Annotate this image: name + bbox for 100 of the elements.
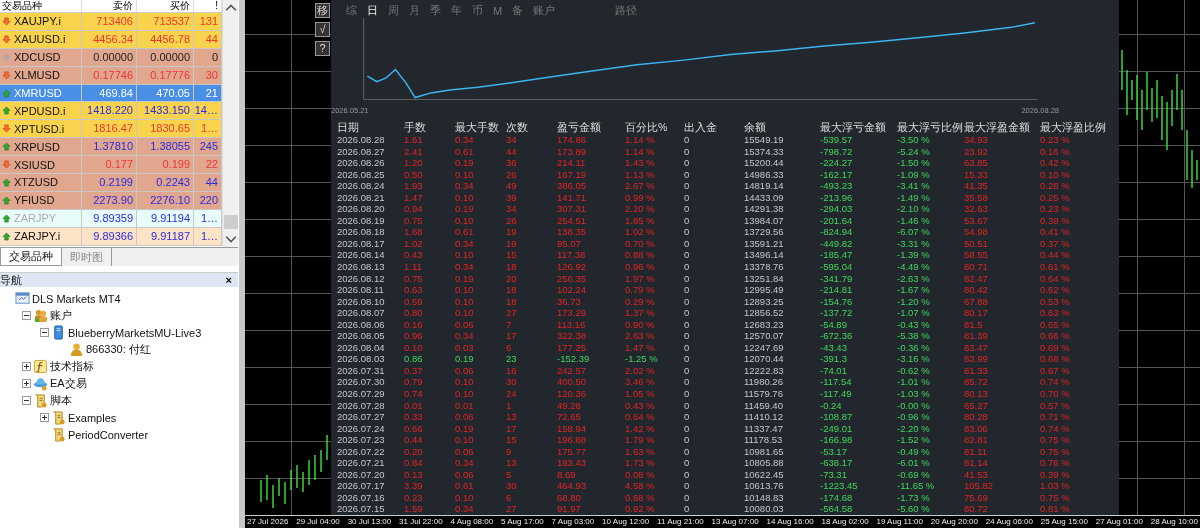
table-cell-text: 0.01 — [404, 399, 424, 412]
column-header[interactable]: 买价 — [137, 0, 194, 12]
table-cell-text: 15.33 — [964, 168, 989, 181]
bid-price: 1.37810 — [82, 138, 137, 156]
table-cell-text: 2026.08.28 — [337, 133, 386, 146]
table-cell-text: 1.03 % — [1040, 480, 1071, 492]
period-tab[interactable]: 日 — [366, 3, 379, 18]
collapse-toggle[interactable] — [40, 328, 49, 337]
table-cell-text: 0 — [684, 388, 691, 400]
table-cell-text: 0.10 — [455, 284, 475, 296]
table-cell-text: 1.47 — [404, 191, 424, 204]
table-cell-text: 0 — [684, 180, 691, 192]
table-cell-text: 2026.07.16 — [337, 491, 386, 504]
table-cell-text: 6 — [506, 341, 513, 354]
table-cell-text: 44 — [506, 145, 518, 158]
table-cell-text: -117.54 — [820, 376, 853, 388]
close-button[interactable]: × — [223, 274, 234, 286]
table-cell-text: -3.50 % — [897, 133, 931, 146]
table-cell-text: 307.31 — [557, 203, 588, 215]
column-header[interactable]: 交易品种 — [0, 0, 82, 12]
table-cell-text: 0 — [684, 214, 691, 227]
table-cell-text: 49.28 — [557, 399, 582, 412]
chart-tool-button[interactable]: √ — [315, 22, 330, 37]
tree-item[interactable]: 账户 — [50, 308, 72, 323]
table-cell-text: 26 — [506, 214, 518, 227]
table-cell-text: 0.68 % — [625, 491, 656, 504]
table-cell-text: -137.72 — [820, 307, 854, 319]
table-cell-text: 2.63 % — [625, 330, 656, 342]
table-cell-text: 12070.44 — [744, 353, 785, 365]
axis-label: 24 Aug 06:00 — [985, 516, 1033, 528]
tree-item[interactable]: 技术指标 — [50, 359, 94, 374]
table-cell-text: 50.51 — [964, 237, 989, 250]
table-cell-text: -5.60 % — [897, 503, 931, 515]
expand-toggle[interactable] — [22, 379, 31, 388]
table-cell-text: 1.59 — [404, 503, 424, 515]
symbol-name: XRPUSD — [14, 140, 60, 153]
table-cell-text: 0.10 — [404, 341, 424, 354]
symbol-row[interactable]: XAUJPY.i 713406 713537 131 — [0, 13, 222, 31]
table-cell-text: 0.44 % — [1040, 249, 1071, 261]
symbol-row[interactable]: XRPUSD 1.37810 1.38055 245 — [0, 138, 222, 157]
period-tab[interactable]: 账户 — [532, 3, 557, 18]
table-cell-text: 2.20 % — [625, 203, 656, 215]
column-header: 最大浮亏金额 — [820, 120, 887, 134]
bid-price: 1816.47 — [82, 120, 137, 138]
chart-tool-button[interactable]: 移 — [315, 3, 330, 18]
panel-title: 导航 — [0, 272, 22, 288]
table-cell-text: 6 — [506, 491, 513, 504]
table-cell-text: 65.27 — [964, 399, 989, 412]
table-cell-text: -214.81 — [820, 284, 854, 296]
symbol-name: XAUJPY.i — [14, 15, 61, 28]
symbol-name: XAUUSD.i — [14, 33, 66, 46]
table-cell-text: 1.93 — [404, 180, 424, 192]
symbol-row[interactable]: XPTUSD.i 1816.47 1830.65 1… — [0, 120, 222, 139]
symbol-row[interactable]: XTZUSD 0.2199 0.2243 44 — [0, 174, 222, 192]
chart-tool-button[interactable]: ? — [315, 41, 330, 56]
table-cell-text: 174.86 — [557, 133, 588, 146]
table-cell-text: 0.63 % — [1040, 307, 1071, 319]
table-cell-text: -0.96 % — [897, 411, 931, 423]
symbol-row[interactable]: XSIUSD 0.177 0.199 22 — [0, 156, 222, 174]
table-cell-text: 0.61 % — [1040, 260, 1071, 273]
table-cell-text: 34.93 — [964, 133, 989, 146]
tree-item[interactable]: PeriodConverter — [68, 428, 149, 441]
table-cell-text: 0.43 % — [625, 399, 656, 412]
symbol-name: XPDUSD.i — [14, 104, 66, 117]
table-cell-text: -6.07 % — [897, 226, 931, 238]
table-cell-text: -201.64 — [820, 214, 854, 227]
table-cell-text: 23 — [506, 353, 518, 365]
table-cell-text: 183.43 — [557, 457, 588, 469]
table-cell-text: 0.23 % — [1040, 133, 1071, 146]
table-cell-text: 2026.07.27 — [337, 411, 386, 423]
symbol-row[interactable]: XPDUSD.i 1418.220 1433.150 14… — [0, 102, 222, 121]
table-cell-text: 2026.08.06 — [337, 318, 386, 331]
table-cell-text: 2026.08.03 — [337, 353, 386, 365]
panel-tab[interactable]: 交易品种 — [0, 248, 62, 266]
collapse-toggle[interactable] — [22, 311, 31, 320]
table-cell-text: 0.19 — [455, 203, 475, 215]
table-cell-text: 35.58 — [964, 191, 989, 204]
tree-item[interactable]: Examples — [68, 411, 117, 424]
tree-item[interactable]: 866330: 付红 — [86, 342, 151, 357]
table-cell-text: 2026.08.12 — [337, 272, 386, 285]
column-header[interactable]: 卖价 — [82, 0, 137, 12]
tree-item[interactable]: DLS Markets MT4 — [32, 292, 121, 305]
expand-toggle[interactable] — [40, 413, 49, 422]
tree-item[interactable]: EA交易 — [50, 376, 87, 391]
tree-item[interactable]: 脚本 — [50, 393, 72, 408]
table-cell-text: 80.28 — [964, 411, 989, 423]
table-cell-text: 5 — [506, 468, 513, 481]
table-cell-text: 9 — [506, 445, 513, 458]
scrollbar-thumb[interactable] — [224, 215, 238, 229]
table-cell-text: 1.73 % — [625, 457, 656, 469]
table-cell-text: 0.63 — [404, 284, 424, 296]
bid-price: 0.2199 — [82, 174, 137, 191]
collapse-toggle[interactable] — [22, 396, 31, 405]
tree-item[interactable]: BlueberryMarketsMU-Live3 — [68, 326, 202, 339]
table-cell-text: 0.42 % — [1040, 157, 1071, 169]
table-cell-text: -0.00 % — [897, 399, 931, 412]
table-cell-text: 0.79 — [404, 376, 424, 388]
table-cell-text: 0.67 % — [1040, 364, 1071, 377]
expand-toggle[interactable] — [22, 362, 31, 371]
table-cell-text: 2026.08.07 — [337, 307, 386, 319]
